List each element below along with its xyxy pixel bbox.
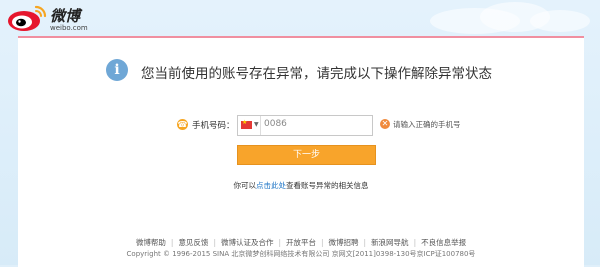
error-icon: ✕ <box>380 119 390 129</box>
footer-link-help[interactable]: 微博帮助 <box>136 238 166 247</box>
help-suffix: 查看账号异常的相关信息 <box>286 181 369 190</box>
notice-banner: i 您当前使用的账号存在异常，请完成以下操作解除异常状态 <box>18 58 584 88</box>
phone-number-row: ☎ 手机号码： ★ ▼ 0086 ✕ 请输入正确的手机号 <box>18 115 584 137</box>
separator: | <box>278 238 281 247</box>
footer-link-open-platform[interactable]: 开放平台 <box>286 238 316 247</box>
brand-domain: weibo.com <box>50 24 88 32</box>
info-icon: i <box>106 59 128 81</box>
help-line: 你可以点击此处查看账号异常的相关信息 <box>18 180 584 191</box>
phone-input[interactable] <box>288 117 368 133</box>
footer-links: 微博帮助 | 意见反馈 | 微博认证及合作 | 开放平台 | 微博招聘 | 新浪网导航 | 不良信息举报 <box>18 237 584 248</box>
caret-down-icon: ▼ <box>254 121 259 128</box>
notice-text: 您当前使用的账号存在异常，请完成以下操作解除异常状态 <box>141 66 492 82</box>
error-text: 请输入正确的手机号 <box>393 120 461 129</box>
country-code: 0086 <box>264 119 287 129</box>
footer-link-report[interactable]: 不良信息举报 <box>421 238 466 247</box>
separator: | <box>363 238 367 247</box>
weibo-logo[interactable]: 微博 weibo.com <box>6 4 88 32</box>
help-prefix: 你可以 <box>233 181 257 190</box>
phone-field: ★ ▼ 0086 <box>237 115 373 136</box>
footer-link-feedback[interactable]: 意见反馈 <box>178 238 208 247</box>
footer-link-jobs[interactable]: 微博招聘 <box>329 238 359 247</box>
copyright: Copyright © 1996-2015 SINA 北京微梦创科网络技术有限公… <box>126 250 476 258</box>
brand-name: 微博 <box>50 7 81 25</box>
country-select[interactable]: ★ ▼ <box>238 116 261 135</box>
china-flag-icon: ★ <box>241 119 252 129</box>
weibo-eye-icon <box>8 5 47 31</box>
separator: | <box>213 238 216 247</box>
next-button[interactable]: 下一步 <box>237 145 376 165</box>
phone-icon: ☎ <box>177 119 188 130</box>
phone-label: 手机号码： <box>192 121 235 131</box>
page-header: 微博 weibo.com <box>0 0 600 36</box>
help-link[interactable]: 点击此处 <box>256 181 286 190</box>
separator: | <box>321 238 324 247</box>
footer-link-verify[interactable]: 微博认证及合作 <box>221 238 274 247</box>
main-card: i 您当前使用的账号存在异常，请完成以下操作解除异常状态 ☎ 手机号码： ★ ▼… <box>18 36 584 267</box>
footer-link-sina-nav[interactable]: 新浪网导航 <box>371 238 409 247</box>
separator: | <box>413 238 417 247</box>
separator: | <box>170 238 174 247</box>
